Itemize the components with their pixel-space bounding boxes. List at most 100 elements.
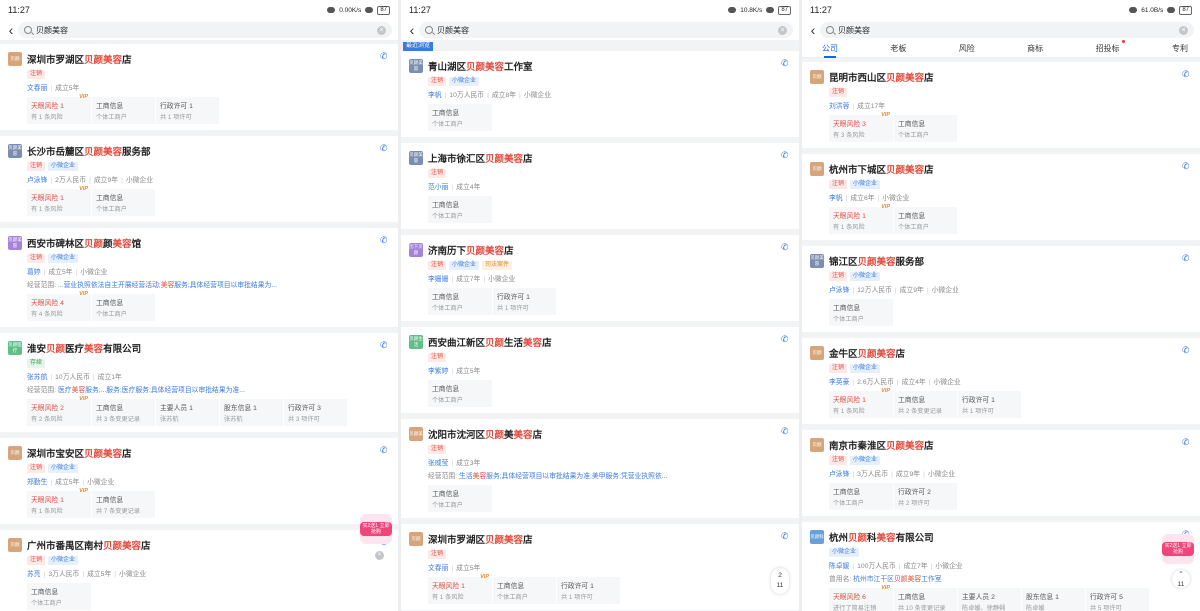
company-card[interactable]: 贝颜生活 西安曲江新区贝颜生活美容店 ✆ 注销 李紫婷 | 成立5年 工商信息 个体工商户 [401, 327, 799, 413]
search-input[interactable]: 贝颜美容 × [18, 22, 392, 38]
company-name[interactable]: 西安市碑林区贝颜颜美容馆 [27, 236, 141, 250]
back-arrow-icon[interactable]: ‹ [806, 23, 820, 37]
info-box[interactable]: 主要人员 1 张苏航 [155, 399, 219, 426]
legal-person-link[interactable]: 李帆 [829, 195, 843, 202]
info-box[interactable]: 股东信息 1 陈卓媛 [1021, 588, 1085, 611]
tab-招投标[interactable]: 招投标 [1096, 40, 1125, 57]
phone-call-icon[interactable]: ✆ [380, 52, 389, 61]
info-box[interactable]: 行政许可 1 共 1 项许可 [556, 577, 620, 604]
legal-person-link[interactable]: 苏亮 [27, 571, 41, 578]
company-name[interactable]: 西安曲江新区贝颜生活美容店 [428, 335, 552, 349]
company-name[interactable]: 上海市徐汇区贝颜美容店 [428, 151, 533, 165]
info-box[interactable]: 工商信息共 2 条变更记录 [893, 391, 957, 418]
info-box[interactable]: 行政许可 1 共 1 项许可 [155, 97, 219, 124]
info-box[interactable]: 工商信息 个体工商户 [893, 207, 957, 234]
clear-icon[interactable]: × [778, 25, 787, 35]
company-card[interactable]: 贝颜 杭州市下城区贝颜美容店 ✆ 注销 小微企业 李帆 | 成立6年 | 小微企业 天眼风险 1有 … [802, 154, 1200, 240]
phone-call-icon[interactable]: ✆ [1182, 162, 1191, 171]
company-name[interactable]: 昆明市西山区贝颜美容店 [829, 70, 934, 84]
info-box[interactable]: 天眼风险 2 有 2 条风险 VIP [27, 396, 91, 426]
legal-person-link[interactable]: 李英豪 [829, 379, 849, 386]
legal-person-link[interactable]: 李姗姗 [428, 276, 448, 283]
company-card[interactable]: 贝颜广州市番禺区南村贝颜美容店✆注销小微企业苏亮|3万人民币|成立5年|小微企业… [0, 530, 398, 611]
company-card[interactable]: 贝颜 深圳市宝安区贝颜美容店 ✆ 注销 小微企业 郑勤生 | 成立5年 | 小微企业 天眼风险 1有… [0, 438, 398, 524]
phone-call-icon[interactable]: ✆ [380, 446, 389, 455]
legal-person-link[interactable]: 陈卓媛 [829, 563, 849, 570]
info-box[interactable]: 天眼风险 1 有 1 条风险 VIP [829, 204, 893, 234]
info-box[interactable]: 天眼风险 3 有 3 条风险 VIP [829, 112, 893, 142]
company-name[interactable]: 深圳市罗湖区贝颜美容店 [27, 52, 132, 66]
phone-call-icon[interactable]: ✆ [781, 151, 790, 160]
company-card[interactable]: 历下贝颜 济南历下贝颜美容店 ✆ 注销 小微企业 司法案件 李姗姗 | 成立7年 | 小微企业 工商信… [401, 235, 799, 321]
company-card[interactable]: 贝颜美容 上海市徐汇区贝颜美容店 ✆ 注销 范小丽 | 成立4年 工商信息 个体工商户 [401, 143, 799, 229]
company-card[interactable]: 贝颜 昆明市西山区贝颜美容店 ✆ 注销 刘洪蓉 | 成立17年 天眼风险 3有 3 条风险 VI… [802, 62, 1200, 148]
company-name[interactable]: 金牛区贝颜美容店 [829, 346, 905, 360]
phone-call-icon[interactable]: ✆ [781, 59, 790, 68]
company-card[interactable]: 贝颜 南京市秦淮区贝颜美容店 ✆ 注销 小微企业 卢泳锋 | 3万人民币 | 成立9年 | 小微企业工… [802, 430, 1200, 516]
company-name[interactable]: 南京市秦淮区贝颜美容店 [829, 438, 934, 452]
phone-call-icon[interactable]: ✆ [781, 427, 790, 436]
info-box[interactable]: 工商信息 个体工商户 [829, 299, 893, 326]
company-name[interactable]: 锦江区贝颜美容服务部 [829, 254, 924, 268]
info-box[interactable]: 工商信息共 7 条变更记录 [91, 491, 155, 518]
phone-call-icon[interactable]: ✆ [781, 335, 790, 344]
info-box[interactable]: 工商信息 个体工商户 [27, 583, 91, 610]
company-card[interactable]: 贝颜 金牛区贝颜美容店 ✆ 注销 小微企业 李英豪 | 2.6万人民币 | 成立4年 | 小微企业 天眼… [802, 338, 1200, 424]
company-card[interactable]: 贝颜医疗 淮安贝颜医疗美容有限公司 ✆ 存续 张苏航 | 10万人民币 | 成立1年 经营范围: … [0, 333, 398, 432]
info-box[interactable]: 工商信息 个体工商户 [428, 485, 492, 512]
tab-商标[interactable]: 商标 [1027, 40, 1043, 57]
legal-person-link[interactable]: 葛婷 [27, 269, 41, 276]
search-input[interactable]: 贝颜美容 × [820, 22, 1194, 38]
info-box[interactable]: 工商信息 个体工商户 [829, 483, 893, 510]
tab-风险[interactable]: 风险 [959, 40, 975, 57]
phone-call-icon[interactable]: ✆ [1182, 70, 1191, 79]
clear-icon[interactable]: × [1179, 25, 1188, 35]
info-box[interactable]: 工商信息 个体工商户 [893, 115, 957, 142]
info-box[interactable]: 工商信息 个体工商户 [91, 294, 155, 321]
company-card[interactable]: 贝颜美容 长沙市岳麓区贝颜美容服务部 ✆ 注销 小微企业 卢泳锋 | 2万人民币 | 成立9年 | 小… [0, 136, 398, 222]
clear-icon[interactable]: × [377, 25, 386, 35]
info-box[interactable]: 行政许可 3 共 3 项许可 [283, 399, 347, 426]
info-box[interactable]: 天眼风险 6 进行了简易注销 VIP [829, 585, 893, 611]
company-card[interactable]: 贝颜美容 青山湖区贝颜美容工作室 ✆ 注销 小微企业 李帆 | 10万人民币 | 成立8年 | 小微企… [401, 51, 799, 137]
company-card[interactable]: 贝颜美容 锦江区贝颜美容服务部 ✆ 注销 小微企业 卢泳锋 | 12万人民币 | 成立9年 | 小微企… [802, 246, 1200, 332]
legal-person-link[interactable]: 张苏航 [27, 374, 47, 381]
tab-专利[interactable]: 专利 [1172, 40, 1188, 57]
promo-close-icon[interactable]: × [375, 551, 384, 560]
company-card[interactable]: 贝颜科杭州贝颜科美容有限公司✆小微企业陈卓媛|100万人民币|成立7年|小微企业… [802, 522, 1200, 611]
phone-call-icon[interactable]: ✆ [1182, 438, 1191, 447]
legal-person-link[interactable]: 文春丽 [428, 565, 448, 572]
company-name[interactable]: 济南历下贝颜美容店 [428, 243, 514, 257]
legal-person-link[interactable]: 卢泳锋 [829, 287, 849, 294]
info-box[interactable]: 天眼风险 1 有 1 条风险 VIP [27, 488, 91, 518]
info-box[interactable]: 工商信息 个体工商户 [428, 380, 492, 407]
legal-person-link[interactable]: 郑勤生 [27, 479, 47, 486]
page-indicator[interactable]: ⌃ 11 [1172, 570, 1190, 588]
phone-call-icon[interactable]: ✆ [781, 243, 790, 252]
info-box[interactable]: 股东信息 1 张苏航 [219, 399, 283, 426]
promo-float-button[interactable]: 买2送1 立即抢购 [360, 514, 392, 544]
promo-float-button[interactable]: 买2送1 立即抢购 [1162, 534, 1194, 564]
info-box[interactable]: 天眼风险 1 有 1 条风险 VIP [428, 574, 492, 604]
info-box[interactable]: 工商信息共 10 条变更记录 [893, 588, 957, 611]
tab-公司[interactable]: 公司 [822, 40, 838, 58]
info-box[interactable]: 工商信息 个体工商户 [428, 104, 492, 131]
info-box[interactable]: 行政许可 1 共 1 项许可 [492, 288, 556, 315]
info-box[interactable]: 工商信息 个体工商户 [428, 288, 492, 315]
company-card[interactable]: 贝颜美 沈阳市沈河区贝颜美美容店 ✆ 注销 张威莹 | 成立3年 经营范围: 生活美容服务;具… [401, 419, 799, 518]
company-name[interactable]: 沈阳市沈河区贝颜美美容店 [428, 427, 542, 441]
phone-call-icon[interactable]: ✆ [380, 144, 389, 153]
company-card[interactable]: 贝颜美容 西安市碑林区贝颜颜美容馆 ✆ 注销 小微企业 葛婷 | 成立5年 | 小微企业 经营范围:… [0, 228, 398, 327]
info-box[interactable]: 天眼风险 4 有 4 条风险 VIP [27, 291, 91, 321]
legal-person-link[interactable]: 李帆 [428, 92, 442, 99]
page-indicator[interactable]: 2 11 [771, 568, 789, 594]
info-box[interactable]: 天眼风险 1 有 1 条风险 VIP [27, 186, 91, 216]
company-name[interactable]: 深圳市罗湖区贝颜美容店 [428, 532, 533, 546]
phone-call-icon[interactable]: ✆ [1182, 346, 1191, 355]
info-box[interactable]: 天眼风险 1 有 1 条风险 VIP [27, 94, 91, 124]
company-name[interactable]: 广州市番禺区南村贝颜美容店 [27, 538, 151, 552]
phone-call-icon[interactable]: ✆ [380, 236, 389, 245]
legal-person-link[interactable]: 范小丽 [428, 184, 448, 191]
info-box[interactable]: 工商信息 个体工商户 [428, 196, 492, 223]
company-name[interactable]: 长沙市岳麓区贝颜美容服务部 [27, 144, 151, 158]
